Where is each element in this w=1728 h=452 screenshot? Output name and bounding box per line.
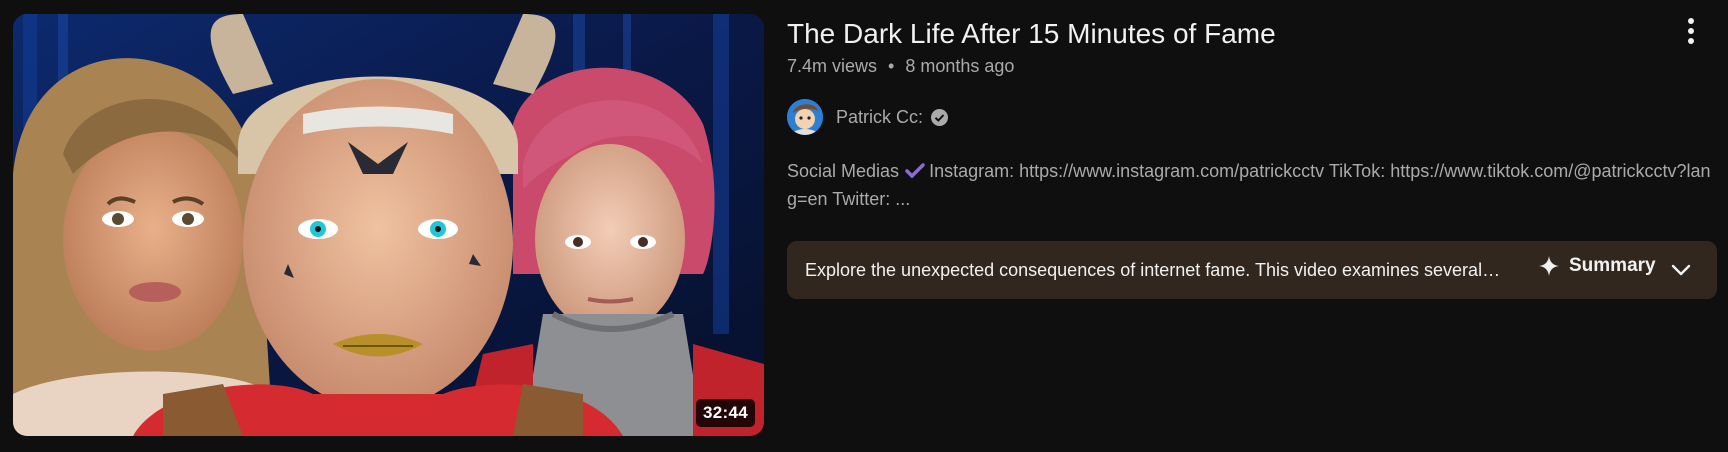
video-duration-badge: 32:44: [696, 399, 755, 427]
chevron-down-icon[interactable]: [1669, 258, 1693, 282]
purple-checkmark-icon: [905, 163, 925, 179]
meta-separator: •: [888, 56, 895, 76]
video-description-snippet: Social Medias Instagram: https://www.inst…: [787, 157, 1717, 213]
vertical-dots-icon: [1688, 18, 1694, 44]
verified-check-icon: [931, 108, 949, 126]
ai-summary-panel[interactable]: Explore the unexpected consequences of i…: [787, 241, 1717, 299]
upload-age: 8 months ago: [905, 56, 1015, 76]
summary-text: Explore the unexpected consequences of i…: [805, 260, 1501, 280]
video-result: 32:44 The Dark Life After 15 Minutes of …: [0, 0, 1728, 452]
view-count: 7.4m views: [787, 56, 878, 76]
video-metadata: 7.4m views • 8 months ago: [787, 54, 1014, 78]
sparkle-icon: [1539, 256, 1559, 276]
channel-name[interactable]: Patrick Cc:: [836, 107, 923, 128]
avatar-image: [787, 99, 823, 135]
channel-link[interactable]: Patrick Cc:: [787, 99, 949, 135]
thumbnail-image: [13, 14, 764, 436]
video-thumbnail[interactable]: 32:44: [13, 14, 764, 436]
description-text: Instagram: https://www.instagram.com/pat…: [787, 161, 1711, 209]
summary-label: Summary: [1569, 255, 1656, 276]
description-prefix: Social Medias: [787, 161, 900, 181]
summary-button[interactable]: Summary: [1539, 255, 1656, 277]
video-title[interactable]: The Dark Life After 15 Minutes of Fame: [787, 16, 1276, 52]
more-actions-button[interactable]: [1674, 14, 1708, 48]
channel-avatar[interactable]: [787, 99, 823, 135]
